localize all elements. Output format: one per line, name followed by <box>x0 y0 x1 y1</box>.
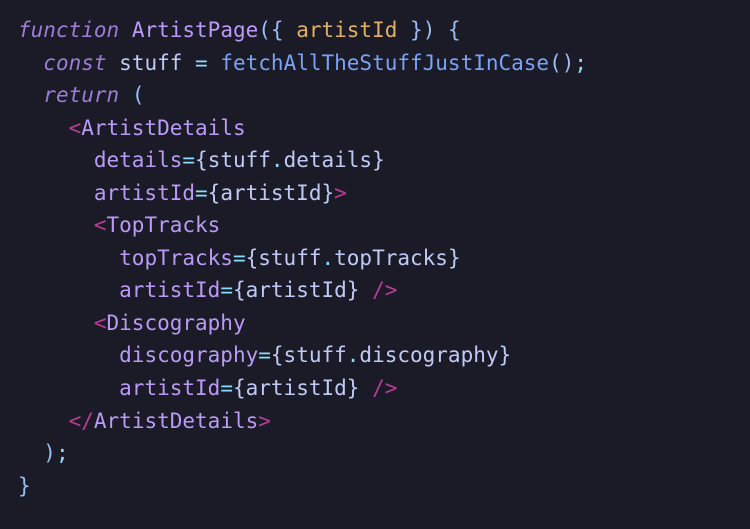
jsx-angle-close: > <box>385 376 398 400</box>
call-paren-open: ( <box>549 51 562 75</box>
jsx-expr-open: { <box>233 278 246 302</box>
jsx-expr-open: { <box>246 246 259 270</box>
prop-details: details <box>284 148 373 172</box>
jsx-angle-open: < <box>69 409 82 433</box>
paren-open: ( <box>258 18 271 42</box>
return-paren-open: ( <box>132 83 145 107</box>
dot: . <box>321 246 334 270</box>
code-block: function ArtistPage({ artistId }) { cons… <box>18 14 732 502</box>
var-stuff: stuff <box>119 51 182 75</box>
attr-discography: discography <box>119 343 258 367</box>
jsx-expr-open: { <box>208 181 221 205</box>
attr-details: details <box>94 148 183 172</box>
keyword-function: function <box>18 18 119 42</box>
op-eq: = <box>195 51 208 75</box>
fn-call: fetchAllTheStuffJustInCase <box>220 51 549 75</box>
jsx-expr-open: { <box>195 148 208 172</box>
jsx-self-close-slash: / <box>372 376 385 400</box>
function-name: ArtistPage <box>132 18 258 42</box>
attr-toptracks: topTracks <box>119 246 233 270</box>
attr-eq: = <box>182 148 195 172</box>
expr-artistid: artistId <box>220 181 321 205</box>
expr-artistid: artistId <box>246 376 347 400</box>
attr-eq: = <box>220 278 233 302</box>
expr-stuff: stuff <box>258 246 321 270</box>
attr-eq: = <box>258 343 271 367</box>
expr-stuff: stuff <box>208 148 271 172</box>
fn-body-open: { <box>448 18 461 42</box>
attr-artistid: artistId <box>94 181 195 205</box>
jsx-angle-close: > <box>385 278 398 302</box>
prop-discography: discography <box>359 343 498 367</box>
jsx-expr-close: } <box>499 343 512 367</box>
jsx-self-close-slash: / <box>372 278 385 302</box>
dot: . <box>271 148 284 172</box>
keyword-const: const <box>43 51 106 75</box>
jsx-expr-open: { <box>271 343 284 367</box>
jsx-expr-close: } <box>372 148 385 172</box>
semicolon: ; <box>56 441 69 465</box>
jsx-expr-close: } <box>448 246 461 270</box>
brace-open: { <box>271 18 284 42</box>
paren-close: ) <box>423 18 436 42</box>
jsx-angle-close: > <box>258 409 271 433</box>
expr-artistid: artistId <box>246 278 347 302</box>
jsx-expr-close: } <box>347 278 360 302</box>
jsx-expr-close: } <box>321 181 334 205</box>
component-toptracks: TopTracks <box>107 213 221 237</box>
call-paren-close: ) <box>562 51 575 75</box>
semicolon: ; <box>574 51 587 75</box>
param-artistId: artistId <box>296 18 397 42</box>
expr-stuff: stuff <box>284 343 347 367</box>
jsx-angle-open: < <box>94 311 107 335</box>
attr-artistid: artistId <box>119 278 220 302</box>
return-paren-close: ) <box>43 441 56 465</box>
attr-eq: = <box>220 376 233 400</box>
brace-close: } <box>410 18 423 42</box>
attr-eq: = <box>195 181 208 205</box>
dot: . <box>347 343 360 367</box>
jsx-expr-close: } <box>347 376 360 400</box>
jsx-close-slash: / <box>81 409 94 433</box>
attr-artistid: artistId <box>119 376 220 400</box>
component-artistdetails-close: ArtistDetails <box>94 409 258 433</box>
attr-eq: = <box>233 246 246 270</box>
jsx-angle-open: < <box>69 116 82 140</box>
jsx-expr-open: { <box>233 376 246 400</box>
jsx-angle-open: < <box>94 213 107 237</box>
component-artistdetails: ArtistDetails <box>81 116 245 140</box>
keyword-return: return <box>43 83 119 107</box>
component-discography: Discography <box>107 311 246 335</box>
jsx-angle-close: > <box>334 181 347 205</box>
prop-toptracks: topTracks <box>334 246 448 270</box>
fn-body-close: } <box>18 474 31 498</box>
